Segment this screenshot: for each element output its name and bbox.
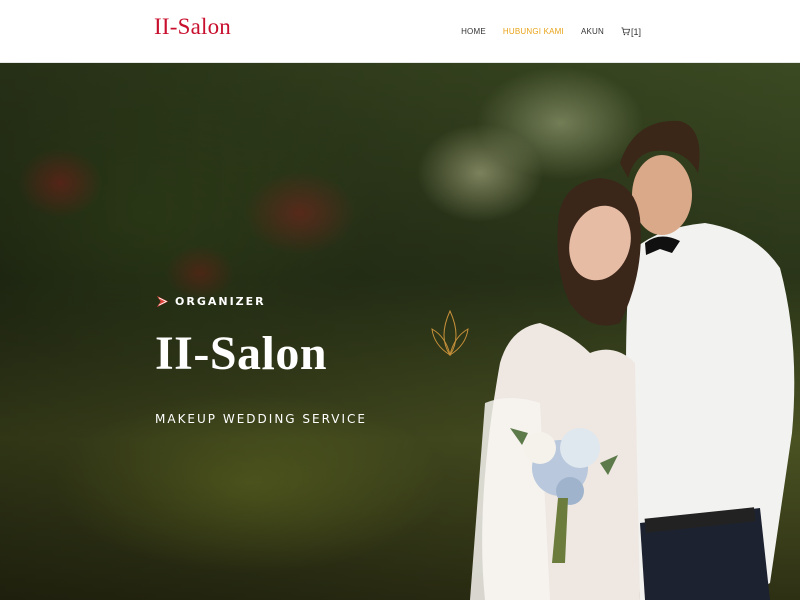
wedding-couple-image: [470, 120, 795, 600]
cart-button[interactable]: [1]: [621, 27, 641, 37]
cart-icon: [621, 27, 630, 36]
nav-link-home[interactable]: HOME: [461, 27, 486, 36]
navbar: II-Salon HOME HUBUNGI KAMI AKUN [1]: [0, 0, 800, 63]
hero-subtitle: MAKEUP WEDDING SERVICE: [155, 412, 367, 426]
leaf-icon: [431, 309, 469, 357]
nav-menu: HOME HUBUNGI KAMI AKUN [1]: [461, 0, 641, 63]
brand-logo[interactable]: II-Salon: [154, 14, 231, 40]
hero-banner: ORGANIZER II-Salon MAKEUP WEDDING SERVIC…: [0, 63, 800, 600]
cart-count: [1]: [630, 26, 641, 37]
nav-link-hubungi-kami[interactable]: HUBUNGI KAMI: [503, 27, 564, 36]
eyebrow-label: ORGANIZER: [175, 295, 266, 308]
hero-eyebrow: ORGANIZER: [155, 294, 266, 309]
nav-link-akun[interactable]: AKUN: [581, 27, 604, 36]
hero-title: II-Salon: [155, 327, 328, 380]
logo-mark-icon: [156, 295, 169, 308]
